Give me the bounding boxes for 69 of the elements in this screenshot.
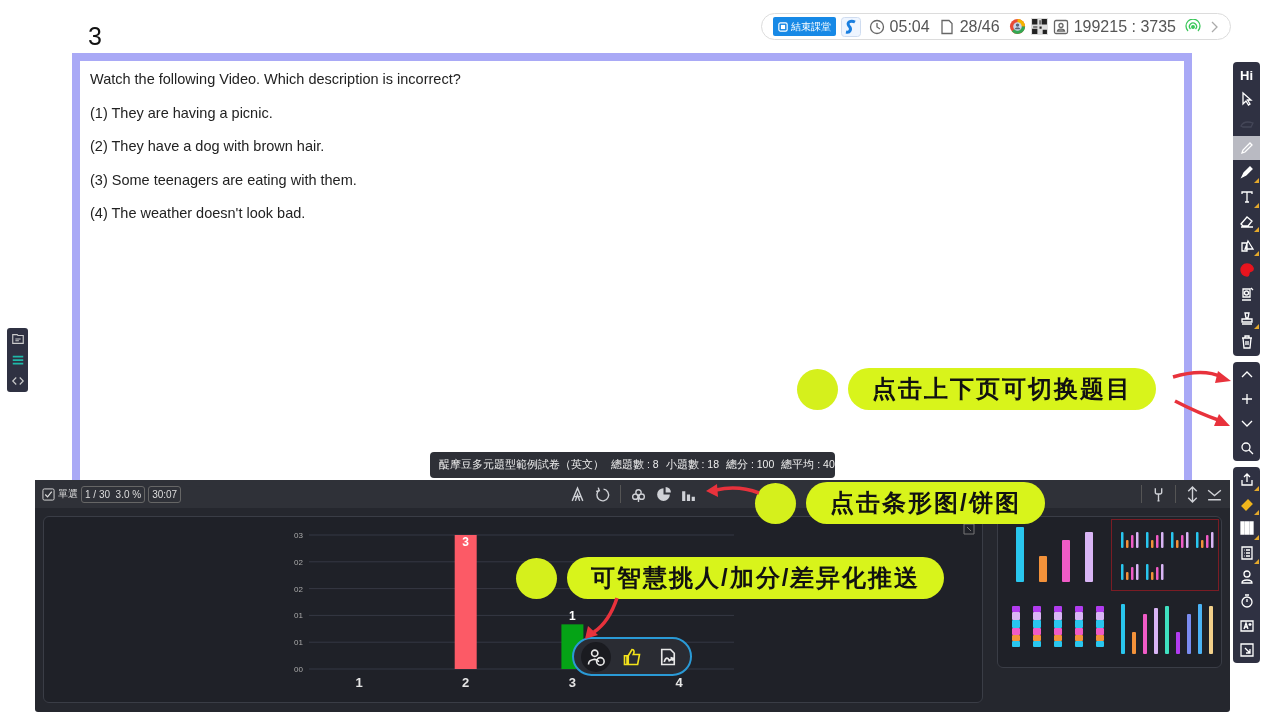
tool-button[interactable] xyxy=(1233,135,1260,161)
exam-stat: 小題數 : 18 xyxy=(665,458,720,472)
exam-stat: 總分 : 100 xyxy=(726,458,775,472)
axis-tick-label: 03 xyxy=(294,531,303,540)
axis-category-label: 2 xyxy=(462,675,470,690)
pencil-icon xyxy=(1238,140,1255,157)
question-text: Watch the following Video. Which description is incorrect? xyxy=(90,70,462,89)
arrow xyxy=(706,484,760,497)
axis-category-label: 3 xyxy=(568,675,576,690)
exam-title: 醍摩豆多元題型範例試卷（英文） xyxy=(439,458,604,472)
exam-stat: 總題數 : 8 xyxy=(611,458,659,472)
exam-stat: 總平均 : 40 xyxy=(781,458,835,472)
axis-tick-label: 02 xyxy=(294,584,303,594)
page-icon xyxy=(938,18,955,35)
data-label: 3 xyxy=(462,535,470,549)
callout-label: 点击条形图/饼图 xyxy=(806,482,1045,524)
search-icon xyxy=(1238,439,1255,456)
tool-button[interactable]: Hi xyxy=(1233,63,1260,88)
class-code: 199215 : 3735 xyxy=(1073,17,1176,36)
data-label: 1 xyxy=(569,609,576,624)
question-text: (2) They have a dog with brown hair. xyxy=(90,137,326,156)
stopwatch-icon xyxy=(1238,593,1255,610)
checklist-icon xyxy=(1238,544,1255,561)
question-text: (3) Some teenagers are eating with them. xyxy=(90,170,358,190)
qr-code-icon[interactable] xyxy=(1030,18,1048,35)
axis-category-label: 1 xyxy=(355,675,363,690)
callout-label: 可智慧挑人/加分/差异化推送 xyxy=(567,557,945,599)
stamp-icon xyxy=(1238,310,1255,327)
pie-chart-icon xyxy=(654,485,672,503)
question-text: (1) They are having a picnic. xyxy=(90,103,274,123)
axis-tick-label: 02 xyxy=(294,557,303,567)
font-size-icon xyxy=(1238,617,1255,634)
expand-icon[interactable] xyxy=(963,523,975,535)
axis-tick-label: 01 xyxy=(294,638,303,648)
exit-icon xyxy=(1238,641,1255,658)
contact-icon xyxy=(1052,18,1069,35)
thumbs-up-icon xyxy=(622,646,642,667)
elapsed-time-tag: 30:07 xyxy=(148,485,182,503)
reset-icon xyxy=(593,485,611,503)
arrow xyxy=(1174,399,1230,426)
share-icon xyxy=(1238,471,1255,488)
axis-category-label: 4 xyxy=(675,675,683,690)
end-class-button[interactable]: 結束課堂 xyxy=(772,17,836,36)
logo-icon[interactable] xyxy=(840,16,861,37)
timer-text: 05:04 xyxy=(889,17,930,36)
axis-tick-label: 00 xyxy=(294,665,303,674)
folder-icon xyxy=(10,331,25,346)
marker-icon xyxy=(1238,164,1255,181)
action-button[interactable] xyxy=(581,641,611,672)
text-icon xyxy=(1238,188,1255,205)
callout-label: 点击上下页可切换题目 xyxy=(848,368,1156,410)
stop-icon xyxy=(777,21,788,32)
axis-tick-label: 01 xyxy=(294,611,303,621)
avatar-icon[interactable] xyxy=(1008,18,1026,35)
single-choice-checkbox[interactable]: 單選 xyxy=(42,487,78,501)
question-text: (4) The weather doesn't look bad. xyxy=(90,204,307,223)
person-question-icon xyxy=(586,646,606,667)
shapes-icon xyxy=(1238,237,1255,254)
question-number: 3 xyxy=(88,22,102,50)
callout-dot xyxy=(797,368,838,410)
clock-icon xyxy=(868,18,885,35)
page-count: 28/46 xyxy=(959,17,1000,36)
list-icon xyxy=(10,353,25,367)
palette-icon xyxy=(1238,261,1255,278)
person-icon xyxy=(1238,569,1255,586)
arrow xyxy=(1172,370,1231,383)
arrow xyxy=(585,597,619,639)
progress-tag: 1 / 30 3.0 % xyxy=(81,485,146,503)
send-document-icon xyxy=(658,646,678,667)
